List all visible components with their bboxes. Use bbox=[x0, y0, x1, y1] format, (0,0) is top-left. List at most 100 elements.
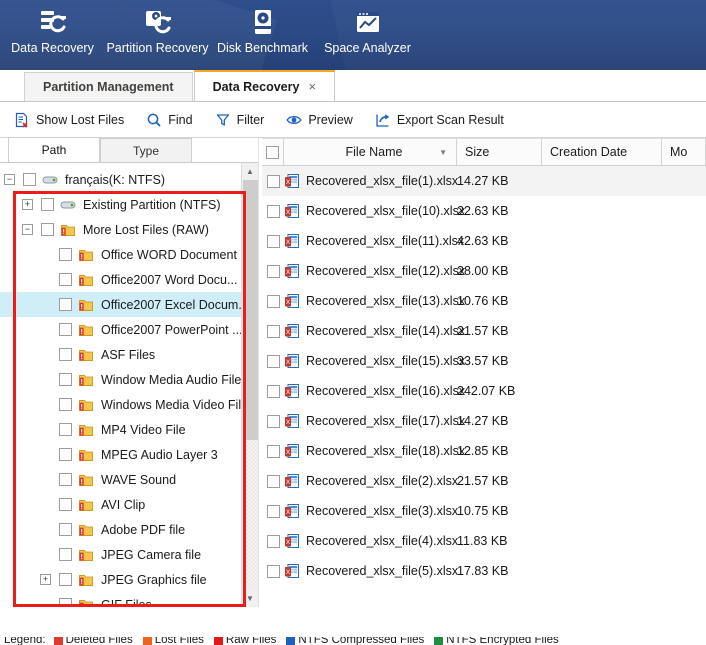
ribbon-item-disk-benchmark[interactable]: Disk Benchmark bbox=[210, 0, 315, 55]
tree-item[interactable]: − français(K: NTFS) bbox=[0, 167, 241, 192]
tree-item-checkbox[interactable] bbox=[59, 548, 72, 561]
file-row-checkbox[interactable] bbox=[262, 294, 284, 308]
column-header-modified-date[interactable]: Mo bbox=[662, 139, 706, 165]
tree-item-checkbox[interactable] bbox=[41, 198, 54, 211]
tree-item[interactable]: + JPEG Graphics file bbox=[0, 567, 241, 592]
file-row-checkbox[interactable] bbox=[262, 474, 284, 488]
tree-item-checkbox[interactable] bbox=[59, 573, 72, 586]
ribbon-item-partition-recovery[interactable]: Partition Recovery bbox=[105, 0, 210, 55]
tree-item[interactable]: Office2007 Excel Docum... bbox=[0, 292, 241, 317]
xlsx-file-icon: X bbox=[284, 563, 300, 579]
tree-item[interactable]: Window Media Audio File bbox=[0, 367, 241, 392]
expand-icon[interactable]: + bbox=[40, 574, 51, 585]
show-lost-files-button[interactable]: Show Lost Files bbox=[14, 112, 124, 128]
file-row-checkbox[interactable] bbox=[262, 564, 284, 578]
sort-descending-icon[interactable]: ▼ bbox=[439, 148, 447, 157]
tree-item-checkbox[interactable] bbox=[23, 173, 36, 186]
tab-partition-management[interactable]: Partition Management bbox=[24, 72, 193, 101]
file-row[interactable]: X Recovered_xlsx_file(5).xlsx 17.83 KB bbox=[262, 556, 706, 586]
filter-button[interactable]: Filter bbox=[215, 112, 264, 128]
file-row[interactable]: X Recovered_xlsx_file(13).xlsx 10.76 KB bbox=[262, 286, 706, 316]
file-row-checkbox[interactable] bbox=[262, 444, 284, 458]
tree-item-checkbox[interactable] bbox=[59, 498, 72, 511]
file-row-checkbox[interactable] bbox=[262, 534, 284, 548]
tree-item-checkbox[interactable] bbox=[59, 448, 72, 461]
tree-item-checkbox[interactable] bbox=[59, 523, 72, 536]
preview-button[interactable]: Preview bbox=[286, 112, 353, 128]
tree-item-checkbox[interactable] bbox=[59, 298, 72, 311]
tree-item-checkbox[interactable] bbox=[59, 473, 72, 486]
file-row-checkbox[interactable] bbox=[262, 324, 284, 338]
file-name-text: Recovered_xlsx_file(1).xlsx bbox=[306, 174, 459, 188]
partition-tree: − français(K: NTFS) + Existing Partition (N… bbox=[0, 163, 241, 607]
file-size-cell: 21.57 KB bbox=[457, 324, 509, 338]
scrollbar-track[interactable] bbox=[241, 180, 258, 590]
file-row[interactable]: X Recovered_xlsx_file(12).xlsx 28.00 KB bbox=[262, 256, 706, 286]
file-row[interactable]: X Recovered_xlsx_file(18).xlsx 12.85 KB bbox=[262, 436, 706, 466]
tree-item[interactable]: Adobe PDF file bbox=[0, 517, 241, 542]
file-row[interactable]: X Recovered_xlsx_file(10).xlsx 22.63 KB bbox=[262, 196, 706, 226]
file-name-text: Recovered_xlsx_file(3).xlsx bbox=[306, 504, 459, 518]
file-row-checkbox[interactable] bbox=[262, 414, 284, 428]
subtab-type[interactable]: Type bbox=[100, 138, 192, 162]
legend-entry: Raw Files bbox=[213, 637, 276, 645]
file-row-checkbox[interactable] bbox=[262, 174, 284, 188]
column-header-size[interactable]: Size bbox=[457, 139, 542, 165]
tree-item[interactable]: ASF Files bbox=[0, 342, 241, 367]
file-row-checkbox[interactable] bbox=[262, 354, 284, 368]
file-row[interactable]: X Recovered_xlsx_file(3).xlsx 10.75 KB bbox=[262, 496, 706, 526]
subtab-path[interactable]: Path bbox=[8, 137, 100, 162]
tree-item-checkbox[interactable] bbox=[59, 273, 72, 286]
tree-item-checkbox[interactable] bbox=[59, 598, 72, 607]
tree-item-checkbox[interactable] bbox=[59, 398, 72, 411]
file-row-checkbox[interactable] bbox=[262, 234, 284, 248]
column-header-creation-date[interactable]: Creation Date bbox=[542, 139, 662, 165]
tree-item-checkbox[interactable] bbox=[59, 373, 72, 386]
file-row[interactable]: X Recovered_xlsx_file(14).xlsx 21.57 KB bbox=[262, 316, 706, 346]
tree-item[interactable]: Office WORD Document bbox=[0, 242, 241, 267]
file-row[interactable]: X Recovered_xlsx_file(1).xlsx 14.27 KB bbox=[262, 166, 706, 196]
tree-item-checkbox[interactable] bbox=[59, 348, 72, 361]
collapse-icon[interactable]: − bbox=[22, 224, 33, 235]
collapse-icon[interactable]: − bbox=[4, 174, 15, 185]
file-row-checkbox[interactable] bbox=[262, 504, 284, 518]
tree-scrollbar[interactable]: ▲ ▼ bbox=[241, 163, 258, 607]
scrollbar-thumb[interactable] bbox=[242, 180, 258, 440]
tree-item[interactable]: JPEG Camera file bbox=[0, 542, 241, 567]
tree-item[interactable]: AVI Clip bbox=[0, 492, 241, 517]
tree-item[interactable]: + Existing Partition (NTFS) bbox=[0, 192, 241, 217]
tree-item[interactable]: GIF Files bbox=[0, 592, 241, 607]
tab-data-recovery[interactable]: Data Recovery × bbox=[193, 70, 336, 101]
close-icon[interactable]: × bbox=[308, 80, 316, 93]
file-row[interactable]: X Recovered_xlsx_file(16).xlsx 242.07 KB bbox=[262, 376, 706, 406]
file-row[interactable]: X Recovered_xlsx_file(4).xlsx 11.83 KB bbox=[262, 526, 706, 556]
tree-item[interactable]: Windows Media Video File bbox=[0, 392, 241, 417]
column-header-file-name[interactable]: File Name ▼ bbox=[284, 139, 457, 165]
find-button[interactable]: Find bbox=[146, 112, 193, 128]
tree-item[interactable]: − More Lost Files (RAW) bbox=[0, 217, 241, 242]
tree-item[interactable]: Office2007 PowerPoint ... bbox=[0, 317, 241, 342]
tree-item[interactable]: MP4 Video File bbox=[0, 417, 241, 442]
tree-item-checkbox[interactable] bbox=[41, 223, 54, 236]
tree-item-checkbox[interactable] bbox=[59, 323, 72, 336]
scroll-down-icon[interactable]: ▼ bbox=[241, 590, 258, 607]
scroll-up-icon[interactable]: ▲ bbox=[241, 163, 258, 180]
file-row-checkbox[interactable] bbox=[262, 204, 284, 218]
file-row[interactable]: X Recovered_xlsx_file(2).xlsx 21.57 KB bbox=[262, 466, 706, 496]
tree-item-checkbox[interactable] bbox=[59, 423, 72, 436]
file-row-checkbox[interactable] bbox=[262, 264, 284, 278]
file-row[interactable]: X Recovered_xlsx_file(17).xlsx 14.27 KB bbox=[262, 406, 706, 436]
export-scan-result-button[interactable]: Export Scan Result bbox=[375, 112, 504, 128]
ribbon-item-space-analyzer[interactable]: Space Analyzer bbox=[315, 0, 420, 55]
tree-item-checkbox[interactable] bbox=[59, 248, 72, 261]
file-row-checkbox[interactable] bbox=[262, 384, 284, 398]
tab-label: Data Recovery bbox=[212, 79, 300, 94]
tree-item[interactable]: WAVE Sound bbox=[0, 467, 241, 492]
expand-icon[interactable]: + bbox=[22, 199, 33, 210]
ribbon-item-data-recovery[interactable]: Data Recovery bbox=[0, 0, 105, 55]
file-row[interactable]: X Recovered_xlsx_file(15).xlsx 33.57 KB bbox=[262, 346, 706, 376]
tree-item[interactable]: Office2007 Word Docu... bbox=[0, 267, 241, 292]
select-all-checkbox[interactable] bbox=[262, 139, 284, 165]
tree-item[interactable]: MPEG Audio Layer 3 bbox=[0, 442, 241, 467]
file-row[interactable]: X Recovered_xlsx_file(11).xlsx 42.63 KB bbox=[262, 226, 706, 256]
